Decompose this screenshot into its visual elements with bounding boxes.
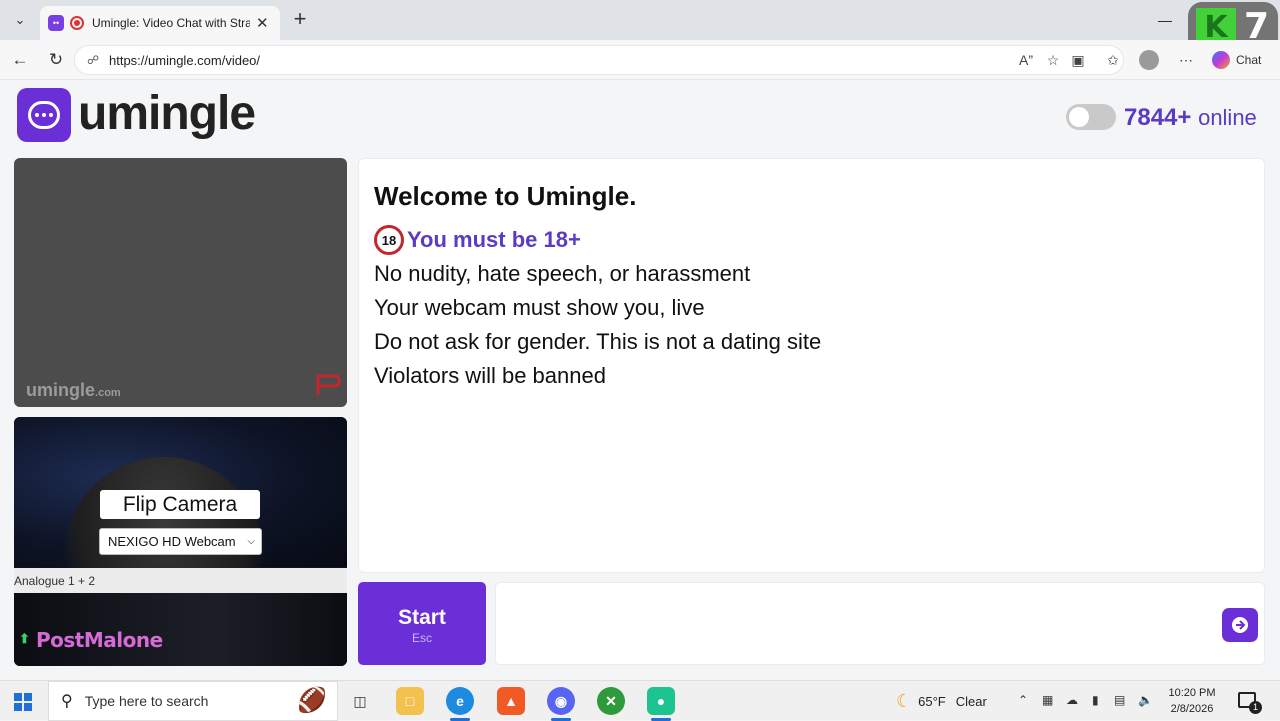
- send-button[interactable]: [1222, 608, 1258, 642]
- rule-item: No nudity, hate speech, or harassment: [374, 261, 751, 286]
- moon-icon: ☾: [896, 691, 913, 711]
- camera-select[interactable]: NEXIGO HD Webcam ⌵: [99, 528, 262, 555]
- minimize-window-button[interactable]: —: [1142, 0, 1188, 40]
- address-bar: ← ↻ ☍ https://umingle.com/video/ A” ☆ ▣ …: [0, 40, 1280, 80]
- copilot-chat-button[interactable]: Chat: [1212, 50, 1272, 70]
- age-notice-text: You must be 18+: [407, 227, 581, 252]
- chat-panel: Welcome to Umingle. 18 You must be 18+ N…: [358, 158, 1265, 573]
- read-aloud-icon[interactable]: A”: [1016, 50, 1036, 70]
- age-notice: 18 You must be 18+: [374, 225, 581, 255]
- taskbar-clock[interactable]: 10:20 PM 2/8/2026: [1160, 685, 1224, 717]
- logo-wordmark[interactable]: umingle: [78, 86, 256, 141]
- new-tab-button[interactable]: +: [288, 7, 312, 31]
- back-arrow-icon[interactable]: ←: [8, 48, 32, 72]
- stream-overlay-text: PostMalone: [36, 628, 163, 652]
- xbox-icon[interactable]: ✕: [597, 687, 625, 715]
- message-input[interactable]: [495, 582, 1265, 665]
- tab-title: Umingle: Video Chat with Stra: [92, 16, 250, 30]
- video-tab-icon[interactable]: ▣: [1068, 50, 1088, 70]
- weather-widget[interactable]: ☾ 65°F Clear: [896, 691, 987, 712]
- send-arrow-icon: [1232, 617, 1248, 633]
- rule-item: Your webcam must show you, live: [374, 295, 705, 320]
- online-label: online: [1198, 105, 1257, 130]
- copilot-icon: [1212, 51, 1230, 69]
- file-explorer-icon[interactable]: □: [396, 687, 424, 715]
- volume-icon[interactable]: 🔈: [1138, 693, 1153, 707]
- brave-browser-icon[interactable]: ▲: [497, 687, 525, 715]
- umingle-favicon-icon: ••: [48, 15, 64, 31]
- umingle-page: umingle 7844+ online umingle.com Flip Ca…: [0, 80, 1280, 680]
- url-field[interactable]: ☍ https://umingle.com/video/: [74, 45, 1124, 75]
- search-highlight-icon: 🏈: [297, 687, 327, 714]
- rule-item: Violators will be banned: [374, 363, 606, 388]
- refresh-icon[interactable]: ↻: [44, 48, 68, 72]
- windows-start-icon[interactable]: [14, 693, 32, 711]
- search-icon: ⚲: [61, 693, 73, 710]
- windows-taskbar: ⚲ Type here to search 🏈 ◫ □ e ▲ ◉ ✕ ● ☾ …: [0, 680, 1280, 721]
- battery-icon[interactable]: ▮: [1092, 693, 1099, 707]
- show-hidden-icons-chevron-icon[interactable]: ⌃: [1018, 693, 1028, 707]
- temperature: 65°F: [918, 694, 946, 709]
- browser-tab[interactable]: •• Umingle: Video Chat with Stra ✕: [40, 6, 280, 40]
- video-watermark: umingle.com: [26, 380, 121, 400]
- online-count: 7844+: [1124, 104, 1192, 131]
- obs-app-icon[interactable]: ●: [647, 687, 675, 715]
- profile-avatar-icon[interactable]: [1139, 50, 1159, 70]
- site-info-lock-icon[interactable]: ☍: [87, 53, 101, 67]
- umingle-logo-icon[interactable]: [17, 88, 71, 142]
- tab-actions-chevron-icon[interactable]: ⌄: [6, 6, 34, 34]
- audio-source-label: Analogue 1 + 2: [14, 568, 347, 593]
- chevron-down-icon: ⌵: [247, 536, 255, 547]
- weather-condition: Clear: [955, 694, 987, 709]
- self-camera-video: Flip Camera NEXIGO HD Webcam ⌵ Analogue …: [14, 417, 347, 666]
- theme-toggle[interactable]: [1066, 104, 1116, 130]
- favorites-list-icon[interactable]: ✩: [1103, 50, 1123, 70]
- tray-app-icon[interactable]: ▦: [1042, 693, 1053, 707]
- recording-indicator-icon: [70, 16, 84, 30]
- report-flag-icon[interactable]: [315, 373, 341, 397]
- edge-browser-icon[interactable]: e: [446, 687, 474, 715]
- clock-date: 2/8/2026: [1170, 703, 1214, 715]
- browser-tab-bar: ⌄ •• Umingle: Video Chat with Stra ✕ + —…: [0, 0, 1280, 54]
- notification-count: 1: [1249, 701, 1262, 714]
- more-options-icon[interactable]: ⋯: [1176, 50, 1196, 70]
- welcome-heading: Welcome to Umingle.: [374, 181, 637, 211]
- copilot-label: Chat: [1236, 53, 1262, 67]
- rule-item: Do not ask for gender. This is not a dat…: [374, 329, 822, 354]
- favorite-star-icon[interactable]: ☆: [1043, 50, 1063, 70]
- clock-time: 10:20 PM: [1168, 687, 1216, 699]
- notification-center-icon[interactable]: 1: [1238, 692, 1262, 714]
- url-text: https://umingle.com/video/: [109, 52, 261, 68]
- online-counter: 7844+ online: [1124, 104, 1257, 132]
- taskbar-search[interactable]: ⚲ Type here to search 🏈: [48, 681, 338, 721]
- age-18-icon: 18: [374, 225, 404, 255]
- task-view-icon[interactable]: ◫: [346, 687, 374, 715]
- onedrive-icon[interactable]: ☁: [1066, 693, 1078, 707]
- stranger-video: umingle.com: [14, 158, 347, 407]
- start-shortcut-hint: Esc: [411, 631, 432, 645]
- discord-icon[interactable]: ◉: [547, 687, 575, 715]
- flip-camera-button[interactable]: Flip Camera: [100, 490, 260, 519]
- overlay-logo-icon: ⬆: [19, 631, 30, 646]
- tab-close-icon[interactable]: ✕: [256, 14, 269, 32]
- search-placeholder: Type here to search: [84, 693, 209, 709]
- start-button[interactable]: Start Esc: [358, 582, 486, 665]
- network-icon[interactable]: ▤: [1114, 693, 1125, 707]
